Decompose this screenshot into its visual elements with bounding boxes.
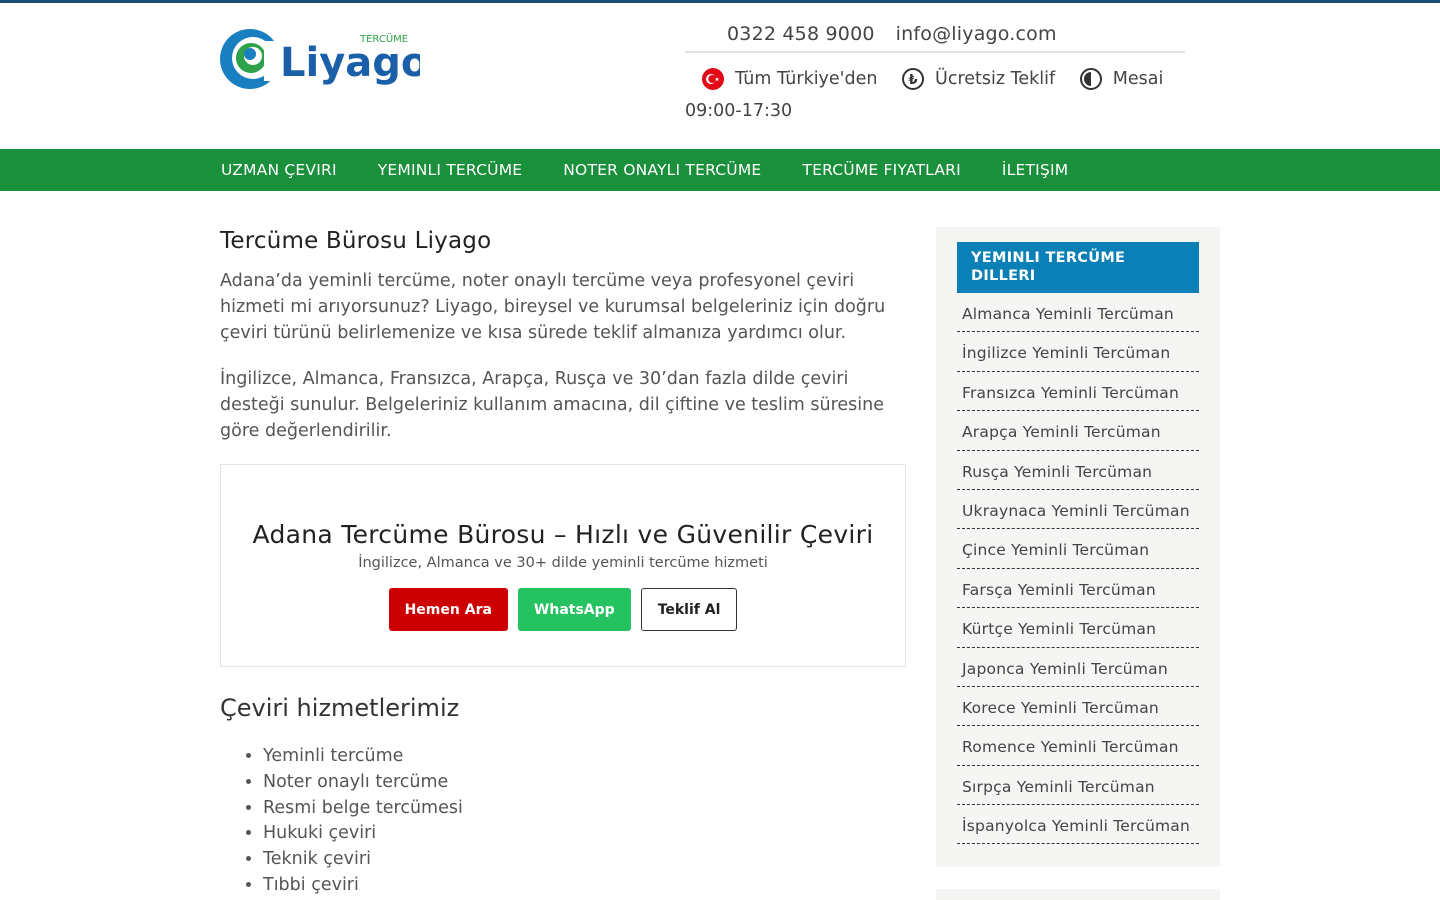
site-header: Liyago TERCÜME 0322 458 9000 info@liyago… [0,3,1440,149]
sidebar-item-persian[interactable]: Farsça Yeminli Tercüman [957,569,1199,609]
sidebar-item-kurdish[interactable]: Kürtçe Yeminli Tercüman [957,608,1199,648]
phone-link[interactable]: 0322 458 9000 [727,23,875,45]
sidebar: YEMINLI TERCÜME DILLERI Almanca Yeminli … [936,227,1220,867]
sidebar-item-russian[interactable]: Rusça Yeminli Tercüman [957,451,1199,490]
cta-title: Adana Tercüme Bürosu – Hızlı ve Güvenili… [252,520,874,549]
whatsapp-button[interactable]: WhatsApp [517,588,631,631]
cta-subtitle: İngilizce, Almanca ve 30+ dilde yeminli … [358,555,768,571]
sidebar-item-german[interactable]: Almanca Yeminli Tercüman [957,293,1199,333]
contact-block: 0322 458 9000 info@liyago.com Tüm Türkiy… [685,23,1185,124]
feature-nationwide: Tüm Türkiye'den [702,66,877,92]
list-item: Hukuki çeviri [263,821,906,847]
feature-nationwide-label: Tüm Türkiye'den [735,69,878,89]
office-hours: 09:00-17:30 [685,101,793,121]
nav-item-prices[interactable]: TERCÜME FIYATLARI [802,161,960,179]
call-now-button[interactable]: Hemen Ara [388,588,508,631]
list-item: Resmi belge tercümesi [263,796,906,822]
intro-paragraph: Adana’da yeminli tercüme, noter onaylı t… [220,271,886,343]
services-heading: Çeviri hizmetlerimiz [220,694,460,722]
sidebar-item-serbian[interactable]: Sırpça Yeminli Tercüman [957,766,1199,806]
turkey-flag-icon [702,68,724,90]
sidebar-item-arabic[interactable]: Arapça Yeminli Tercüman [957,411,1199,451]
lira-coin-icon: ₺ [902,68,925,90]
list-item: Yeminli tercüme [263,744,906,770]
email-link[interactable]: info@liyago.com [896,23,1057,45]
clock-icon [1079,68,1102,90]
sidebar-item-romanian[interactable]: Romence Yeminli Tercüman [957,726,1199,766]
feature-free-quote-label: Ücretsiz Teklif [935,69,1056,89]
logo-tagline: TERCÜME [359,32,408,45]
logo-wordmark: Liyago [280,40,420,86]
list-item: Tıbbi çeviri [263,873,906,899]
main-content: Tercüme Bürosu Liyago Adana’da yeminli t… [220,228,906,899]
sidebar-item-japanese[interactable]: Japonca Yeminli Tercüman [957,648,1199,687]
sidebar-title: YEMINLI TERCÜME DILLERI [957,242,1199,293]
services-list: Yeminli tercüme Noter onaylı tercüme Res… [220,744,906,899]
nav-item-contact[interactable]: İLETIŞIM [1002,161,1068,179]
languages-paragraph: İngilizce, Almanca, Fransızca, Arapça, R… [220,369,884,441]
sidebar-item-french[interactable]: Fransızca Yeminli Tercüman [957,372,1199,412]
sidebar-language-list: Almanca Yeminli Tercüman İngilizce Yemin… [957,293,1199,845]
nav-item-expert-translation[interactable]: UZMAN ÇEVIRI [221,161,337,179]
feature-hours: Mesai [1079,66,1164,92]
sidebar-secondary-widget [936,889,1220,900]
feature-hours-label: Mesai [1112,69,1164,89]
liyago-logo[interactable]: Liyago TERCÜME [220,21,420,97]
cta-box: Adana Tercüme Bürosu – Hızlı ve Güvenili… [220,464,906,667]
main-nav: UZMAN ÇEVIRI YEMINLI TERCÜME NOTER ONAYL… [0,149,1440,191]
list-item: Teknik çeviri [263,847,906,873]
svg-text:₺: ₺ [909,73,918,88]
sidebar-item-chinese[interactable]: Çince Yeminli Tercüman [957,529,1199,569]
page-title: Tercüme Bürosu Liyago [220,228,492,254]
sidebar-item-english[interactable]: İngilizce Yeminli Tercüman [957,332,1199,372]
sidebar-item-korean[interactable]: Korece Yeminli Tercüman [957,687,1199,727]
sidebar-item-ukrainian[interactable]: Ukraynaca Yeminli Tercüman [957,490,1199,530]
nav-item-sworn-translation[interactable]: YEMINLI TERCÜME [378,161,523,179]
get-quote-button[interactable]: Teklif Al [640,588,738,631]
sidebar-item-spanish[interactable]: İspanyolca Yeminli Tercüman [957,805,1199,845]
list-item: Noter onaylı tercüme [263,770,906,796]
feature-free-quote: ₺ Ücretsiz Teklif [902,66,1055,92]
nav-item-notarized-translation[interactable]: NOTER ONAYLI TERCÜME [563,161,761,179]
